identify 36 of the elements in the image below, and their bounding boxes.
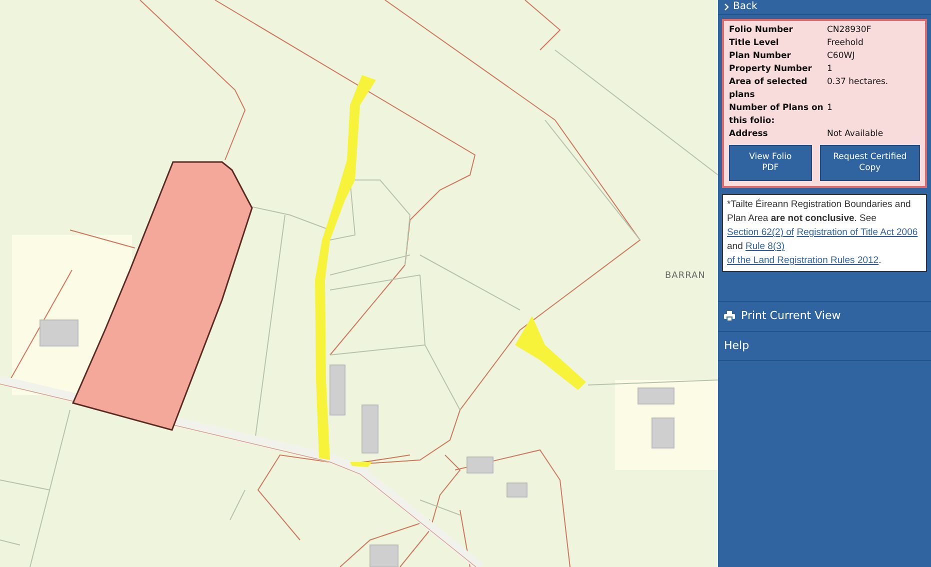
field-value: Not Available (827, 128, 884, 141)
building (370, 544, 398, 567)
back-link[interactable]: Back (718, 0, 931, 15)
field-label: Property Number (729, 63, 813, 76)
regulation-link[interactable]: Registration of Title Act 2006 (796, 227, 918, 238)
regulation-link[interactable]: of the Land Registration Rules 2012 (727, 255, 879, 266)
menu-label[interactable]: Print Current View (741, 308, 841, 324)
place-label: BARRAN (665, 271, 706, 281)
regulation-link[interactable]: Rule 8(3) (746, 241, 785, 252)
field-label: Number of Plans on this folio: (729, 102, 824, 128)
building (652, 418, 674, 448)
field-label: Area of selected plans (729, 76, 808, 102)
field-value: 0.37 hectares. (827, 76, 888, 89)
building (506, 482, 528, 498)
building (638, 388, 674, 404)
field-label: Title Level (729, 37, 780, 50)
building (330, 364, 346, 416)
field-value: 1 (827, 63, 832, 76)
regulation-link[interactable]: Section 62(2) of (727, 227, 794, 238)
field-label: Address (729, 128, 769, 141)
field-value: 1 (827, 102, 832, 115)
building (362, 404, 378, 454)
field-label: Folio Number (729, 24, 794, 37)
chevron-icon (724, 3, 729, 11)
request-copy-button[interactable]: Request Certified Copy (820, 145, 920, 181)
view-pdf-button[interactable]: View Folio PDF (729, 145, 812, 181)
field-value: CN28930F (827, 24, 872, 37)
printer-icon (724, 311, 735, 322)
disclaimer-text: *Tailte Éireann Registration Boundaries and Plan Area are not conclusive. See Section 62(2) of Registration of Title Act 2006 and Rule 8(3) of the Land Registration Rules 2012. (722, 194, 927, 272)
building (466, 456, 494, 474)
field-label: Plan Number (729, 50, 792, 63)
menu-label[interactable]: Help (724, 338, 750, 354)
field-value: Freehold (827, 37, 864, 50)
building (40, 320, 78, 346)
field-value: C60WJ (827, 50, 855, 63)
highlighted-strip (350, 462, 372, 467)
